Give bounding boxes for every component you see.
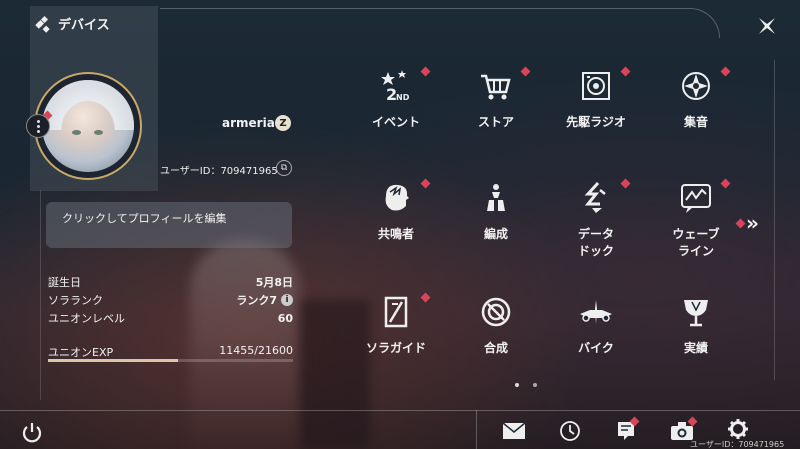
menu-label: ソラガイド (365, 341, 426, 355)
copy-icon[interactable]: ⧉ (276, 160, 292, 176)
stat-value: 5月8日 (255, 276, 293, 289)
clock-button[interactable] (558, 420, 582, 442)
bike-icon (580, 300, 612, 324)
exp-row: ユニオンEXP 11455/21600 (48, 344, 293, 360)
stat-row: ユニオンレベル 60 (48, 309, 293, 327)
menu-item-resonator[interactable]: 共鳴者 (346, 178, 446, 243)
power-button[interactable] (21, 421, 43, 443)
stat-row: 誕生日 5月8日 (48, 273, 293, 291)
waveline-icon (681, 184, 711, 213)
close-icon (759, 18, 775, 34)
menu-item-data-dock[interactable]: データ ドック (546, 178, 646, 260)
notification-dot (720, 66, 731, 77)
page-indicator (515, 383, 537, 387)
achievement-icon (684, 300, 708, 327)
stat-label: ソラランク (48, 294, 103, 307)
mail-icon (502, 422, 526, 439)
resonator-icon (385, 184, 409, 211)
menu-label: バイク (578, 341, 614, 355)
frame-left-line (40, 190, 41, 400)
event-icon: 2ND (381, 70, 410, 104)
exp-label: ユニオンEXP (48, 346, 114, 359)
notification-dot (620, 66, 631, 77)
menu-item-store[interactable]: ストア (446, 66, 546, 131)
menu-label: 合成 (483, 341, 508, 355)
notification-dot (420, 292, 431, 303)
menu-item-bike[interactable]: バイク (546, 292, 646, 357)
menu-label: 共鳴者 (377, 227, 414, 241)
menu-item-team[interactable]: 編成 (446, 178, 546, 243)
menu-item-guide[interactable]: ソラガイド (346, 292, 446, 357)
user-id: ユーザーID：709471965 (160, 166, 278, 177)
menu-item-achievement[interactable]: 実績 (646, 292, 746, 357)
page-title-text: デバイス (58, 18, 110, 33)
menu-item-radio[interactable]: 先駆ラジオ (546, 66, 646, 131)
edit-name-icon[interactable]: Z (275, 115, 291, 131)
menu-label: 先駆ラジオ (566, 115, 626, 129)
store-cart-icon (481, 74, 511, 100)
stat-value: ランク7 (236, 294, 277, 307)
exp-progress-bar (48, 359, 293, 362)
menu-label: ウェーブ ライン (672, 227, 720, 258)
stats-list: 誕生日 5月8日 ソラランク ランク7 i ユニオンレベル 60 (48, 273, 293, 327)
stat-label: ユニオンレベル (48, 312, 125, 325)
stat-value: 60 (277, 311, 293, 325)
double-chevron-right-icon: » (746, 211, 759, 235)
notification-dot (720, 178, 731, 189)
page-dot (533, 383, 537, 387)
exp-value: 11455/21600 (219, 344, 293, 357)
menu-label: 実績 (683, 341, 708, 355)
menu-item-synthesis[interactable]: 合成 (446, 292, 546, 357)
notes-button[interactable] (614, 416, 640, 442)
menu-item-waveline[interactable]: ウェーブ ライン (646, 178, 746, 260)
menu-label: 編成 (483, 227, 508, 241)
notification-dot (520, 66, 531, 77)
radio-icon (582, 72, 610, 100)
menu-label: データ ドック (577, 227, 614, 258)
sound-collect-icon (682, 72, 710, 100)
username: armeria (222, 116, 275, 130)
exp-progress-fill (48, 359, 178, 362)
edit-profile-text: クリックしてプロフィールを編集 (62, 212, 227, 225)
frame-top-line (160, 8, 720, 38)
next-page-button[interactable]: » (735, 211, 759, 235)
frame-right-line (774, 60, 775, 380)
notification-dot (735, 218, 746, 228)
menu-label: ストア (477, 115, 514, 129)
menu-item-event[interactable]: 2 ND イベント (346, 66, 446, 131)
data-dock-icon (584, 181, 606, 213)
svg-text:ND: ND (396, 93, 410, 102)
avatar-menu-button[interactable] (26, 114, 50, 138)
menu-item-sound[interactable]: 集音 (646, 66, 746, 131)
diamond-icon (38, 17, 52, 31)
more-icon (36, 119, 40, 134)
stat-row: ソラランク ランク7 i (48, 291, 293, 309)
menu-grid: 2 ND イベント ストア 先駆ラジオ 集音 共鳴者 編成 データ ドック ウェー… (344, 58, 764, 378)
avatar-image (42, 80, 134, 172)
info-icon[interactable]: i (281, 294, 293, 306)
bottom-user-id: ユーザーID：709471965 (690, 440, 785, 449)
notification-dot (420, 178, 431, 189)
menu-label: イベント (371, 115, 420, 129)
power-icon (22, 423, 42, 443)
settings-button[interactable] (726, 418, 750, 440)
stat-label: 誕生日 (48, 276, 81, 289)
team-icon (487, 184, 505, 211)
avatar[interactable] (34, 72, 142, 180)
page-title: デバイス (38, 14, 110, 33)
page-dot (515, 383, 519, 387)
notification-dot (420, 66, 431, 77)
mail-button[interactable] (502, 420, 526, 442)
notification-dot (620, 178, 631, 189)
clock-icon (560, 421, 580, 441)
menu-label: 集音 (683, 115, 708, 129)
gear-icon (728, 419, 748, 439)
guide-icon (384, 296, 408, 328)
synthesis-icon (481, 297, 511, 327)
edit-profile-button[interactable]: クリックしてプロフィールを編集 (46, 202, 292, 248)
close-button[interactable] (755, 14, 779, 38)
